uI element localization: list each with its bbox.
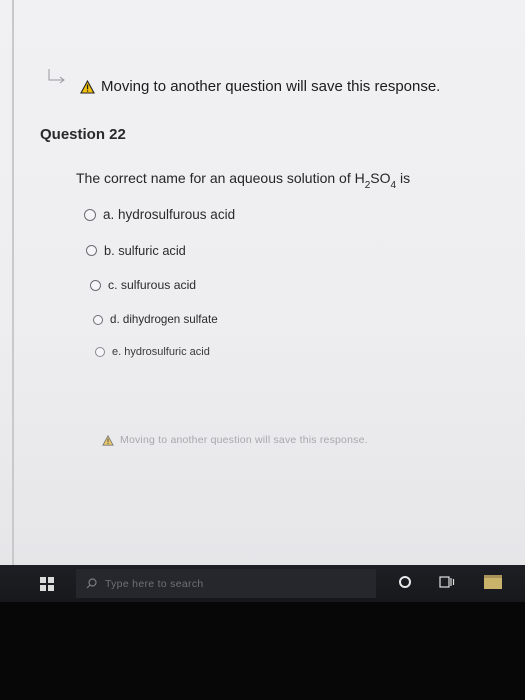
radio-button-d[interactable] bbox=[93, 314, 103, 325]
answer-option-a[interactable]: a. hydrosulfurous acid bbox=[84, 207, 235, 222]
save-warning-bottom-text: Moving to another question will save thi… bbox=[120, 434, 368, 446]
warning-triangle-icon bbox=[102, 434, 114, 446]
file-explorer-icon[interactable] bbox=[484, 575, 502, 589]
answer-option-label: b. sulfuric acid bbox=[104, 243, 186, 258]
answer-option-label: c. sulfurous acid bbox=[108, 278, 197, 292]
radio-button-e[interactable] bbox=[95, 347, 105, 357]
save-warning: Moving to another question will save thi… bbox=[80, 78, 440, 95]
save-warning-text: Moving to another question will save thi… bbox=[101, 78, 441, 95]
radio-button-b[interactable] bbox=[86, 245, 97, 256]
taskbar-search-box[interactable]: Type here to search bbox=[76, 569, 376, 598]
task-view-icon[interactable] bbox=[439, 574, 455, 590]
answer-option-label: d. dihydrogen sulfate bbox=[110, 313, 218, 326]
answer-option-e[interactable]: e. hydrosulfuric acid bbox=[95, 346, 210, 358]
quiz-page: Moving to another question will save thi… bbox=[0, 0, 525, 565]
answer-option-b[interactable]: b. sulfuric acid bbox=[86, 243, 186, 258]
radio-button-a[interactable] bbox=[84, 208, 96, 221]
monitor-bezel bbox=[0, 602, 525, 700]
cortana-icon[interactable] bbox=[399, 576, 411, 588]
navigation-arrow-icon[interactable] bbox=[46, 68, 68, 90]
answer-option-label: a. hydrosulfurous acid bbox=[103, 207, 236, 222]
answer-option-label: e. hydrosulfuric acid bbox=[112, 346, 210, 358]
search-icon bbox=[86, 578, 97, 589]
answer-option-c[interactable]: c. sulfurous acid bbox=[90, 278, 196, 292]
windows-start-icon[interactable] bbox=[40, 577, 54, 591]
question-title: Question 22 bbox=[40, 126, 126, 143]
page-left-border bbox=[12, 0, 14, 565]
answer-option-d[interactable]: d. dihydrogen sulfate bbox=[93, 313, 218, 326]
warning-triangle-icon bbox=[80, 79, 95, 94]
question-text: The correct name for an aqueous solution… bbox=[76, 170, 411, 191]
save-warning-bottom: Moving to another question will save thi… bbox=[102, 434, 368, 446]
radio-button-c[interactable] bbox=[90, 279, 101, 291]
search-placeholder: Type here to search bbox=[105, 577, 204, 590]
windows-taskbar: Type here to search bbox=[0, 565, 525, 602]
